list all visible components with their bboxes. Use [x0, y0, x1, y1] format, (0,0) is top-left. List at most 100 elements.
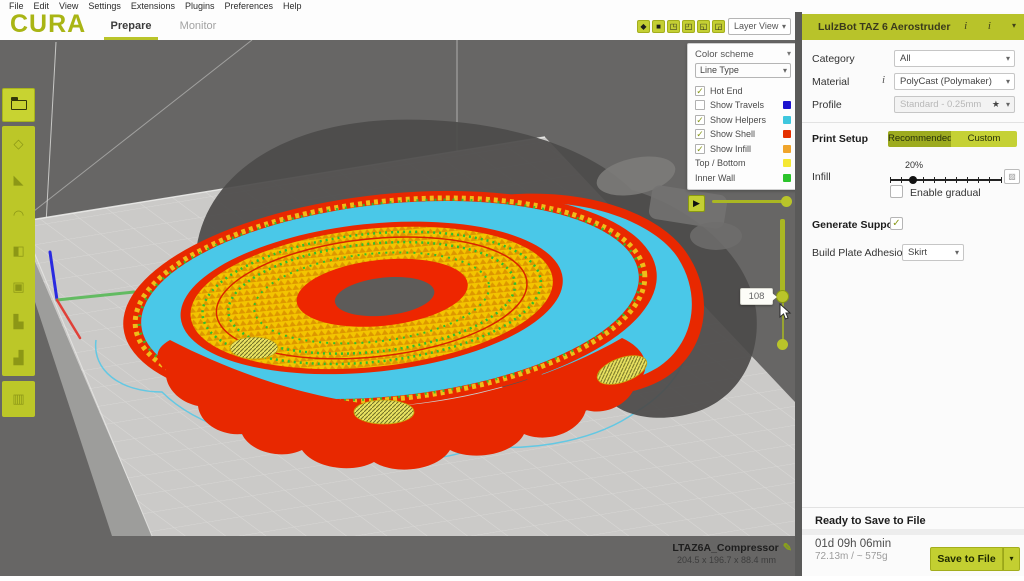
shell-color-swatch — [783, 130, 791, 138]
generate-support-checkbox[interactable]: ✓ — [890, 217, 903, 230]
show-helpers-label: Show Helpers — [710, 115, 766, 125]
scale-tool-icon[interactable]: ◣ — [2, 172, 35, 188]
view-mode-value: Layer View — [734, 21, 778, 31]
material-dropdown[interactable]: PolyCast (Polymaker) ▾ — [894, 73, 1015, 90]
build-plate-adhesion-label: Build Plate Adhesion — [812, 247, 908, 259]
layer-slider-bottom-handle[interactable] — [777, 339, 788, 350]
collapse-icon[interactable]: ▾ — [787, 49, 791, 58]
model-caption: LTAZ6A_Compressor✎ 204.5 x 196.7 x 88.4 … — [540, 541, 792, 565]
top-bottom-label: Top / Bottom — [695, 158, 746, 168]
travels-color-swatch — [783, 101, 791, 109]
menu-file[interactable]: File — [4, 0, 29, 12]
custom-button[interactable]: Custom — [951, 131, 1017, 147]
layer-slider-handle[interactable] — [776, 290, 789, 303]
layer-row-hot-end: ✓ Hot End — [695, 84, 791, 98]
custom-supports-tool-icon[interactable]: ▙ — [2, 314, 35, 330]
view-right-icon[interactable]: ◱ — [697, 20, 710, 33]
material-label: Material — [812, 76, 849, 88]
tool-strip: ◇ ◣ ◠ ◧ ▣ ▙ ▟ — [2, 126, 35, 376]
menu-view[interactable]: View — [54, 0, 83, 12]
material-info-icon[interactable]: i — [882, 74, 885, 86]
adhesion-dropdown[interactable]: Skirt ▾ — [902, 244, 964, 261]
chevron-down-icon: ▾ — [782, 19, 786, 34]
mouse-cursor — [779, 303, 793, 321]
per-model-settings-tool-icon[interactable]: ▣ — [2, 279, 35, 295]
infill-pattern-button[interactable]: ▨ — [1004, 169, 1020, 184]
hot-end-label: Hot End — [710, 86, 743, 96]
edit-name-icon[interactable]: ✎ — [783, 542, 792, 554]
tab-prepare[interactable]: Prepare — [104, 20, 158, 32]
mirror-tool-icon[interactable]: ◧ — [2, 243, 35, 259]
infill-slider-handle[interactable] — [909, 176, 917, 184]
show-infill-checkbox[interactable]: ✓ — [695, 144, 705, 154]
layer-slider-track-upper[interactable] — [780, 219, 785, 297]
enable-gradual-checkbox[interactable] — [890, 185, 903, 198]
view-left-icon[interactable]: ◰ — [682, 20, 695, 33]
layer-number-tooltip: 108 — [740, 288, 773, 305]
view-top-icon[interactable]: ◳ — [667, 20, 680, 33]
hot-end-checkbox[interactable]: ✓ — [695, 86, 705, 96]
category-value: All — [900, 53, 911, 64]
category-dropdown[interactable]: All ▾ — [894, 50, 1015, 67]
chevron-down-icon: ▾ — [1012, 21, 1016, 30]
save-options-button[interactable]: ▾ — [1003, 547, 1020, 571]
show-travels-checkbox[interactable] — [695, 100, 705, 110]
path-slider-handle[interactable] — [781, 196, 792, 207]
star-icon: ★ — [992, 97, 1000, 112]
show-helpers-checkbox[interactable]: ✓ — [695, 115, 705, 125]
infill-label: Infill — [812, 171, 831, 183]
menu-edit[interactable]: Edit — [29, 0, 55, 12]
color-scheme-dropdown[interactable]: Line Type ▾ — [695, 63, 791, 78]
info-icons[interactable]: i i — [964, 20, 1000, 32]
view-front-icon[interactable]: ■ — [652, 20, 665, 33]
save-to-file-button[interactable]: Save to File — [930, 547, 1003, 571]
play-layer-animation-button[interactable]: ▶ — [688, 195, 705, 212]
support-blocker-tool-icon[interactable]: ▟ — [2, 350, 35, 366]
layer-row-shell: ✓ Show Shell — [695, 128, 791, 142]
view-mode-dropdown[interactable]: Layer View ▾ — [728, 18, 791, 35]
show-infill-label: Show Infill — [710, 144, 751, 154]
enable-gradual-label: Enable gradual — [910, 187, 981, 199]
chevron-down-icon: ▾ — [783, 64, 787, 77]
profile-label: Profile — [812, 99, 842, 111]
menu-preferences[interactable]: Preferences — [219, 0, 278, 12]
menu-bar: File Edit View Settings Extensions Plugi… — [0, 0, 1024, 12]
color-scheme-value: Line Type — [700, 65, 739, 75]
chevron-down-icon: ▾ — [1006, 97, 1010, 112]
layer-view-settings-panel: Color scheme ▾ Line Type ▾ ✓ Hot End Sho… — [687, 43, 798, 190]
print-time-estimate: 01d 09h 06min — [815, 538, 891, 550]
layer-row-top-bottom: Top / Bottom — [695, 157, 791, 171]
progress-bar — [802, 529, 1024, 535]
view-bottom-icon[interactable]: ◲ — [712, 20, 725, 33]
menu-help[interactable]: Help — [278, 0, 307, 12]
move-tool-icon[interactable]: ◇ — [2, 136, 35, 152]
infill-slider[interactable] — [890, 176, 1002, 184]
extruder-select-button[interactable]: ▥ — [2, 381, 35, 417]
recommended-button[interactable]: Recommended — [888, 131, 951, 147]
active-tab-underline — [104, 37, 158, 40]
rotate-tool-icon[interactable]: ◠ — [2, 207, 35, 223]
menu-settings[interactable]: Settings — [83, 0, 126, 12]
machine-name: LulzBot TAZ 6 Aerostruder — [818, 21, 950, 33]
path-slider-track[interactable] — [712, 200, 789, 203]
view-3d-icon[interactable]: ◆ — [637, 20, 650, 33]
divider — [802, 122, 1024, 123]
inner-wall-color-swatch — [783, 174, 791, 182]
viewport-3d[interactable]: ◇ ◣ ◠ ◧ ▣ ▙ ▟ ▥ — [0, 40, 795, 576]
menu-extensions[interactable]: Extensions — [126, 0, 180, 12]
layer-row-travels: Show Travels — [695, 99, 791, 113]
machine-header[interactable]: LulzBot TAZ 6 Aerostruder i i ▾ — [802, 14, 1024, 40]
category-label: Category — [812, 53, 855, 65]
viewport-3d-scene[interactable] — [0, 40, 795, 576]
model-dimensions: 204.5 x 196.7 x 88.4 mm — [540, 555, 792, 565]
menu-plugins[interactable]: Plugins — [180, 0, 220, 12]
chevron-down-icon: ▾ — [1006, 74, 1010, 89]
settings-panel: LulzBot TAZ 6 Aerostruder i i ▾ Category… — [795, 0, 1024, 576]
profile-dropdown[interactable]: Standard - 0.25mm ★ ▾ — [894, 96, 1015, 113]
tab-monitor[interactable]: Monitor — [174, 20, 222, 32]
color-scheme-label: Color scheme — [695, 49, 754, 60]
show-shell-label: Show Shell — [710, 129, 755, 139]
adhesion-value: Skirt — [908, 247, 927, 258]
open-file-button[interactable] — [2, 88, 35, 122]
show-shell-checkbox[interactable]: ✓ — [695, 129, 705, 139]
